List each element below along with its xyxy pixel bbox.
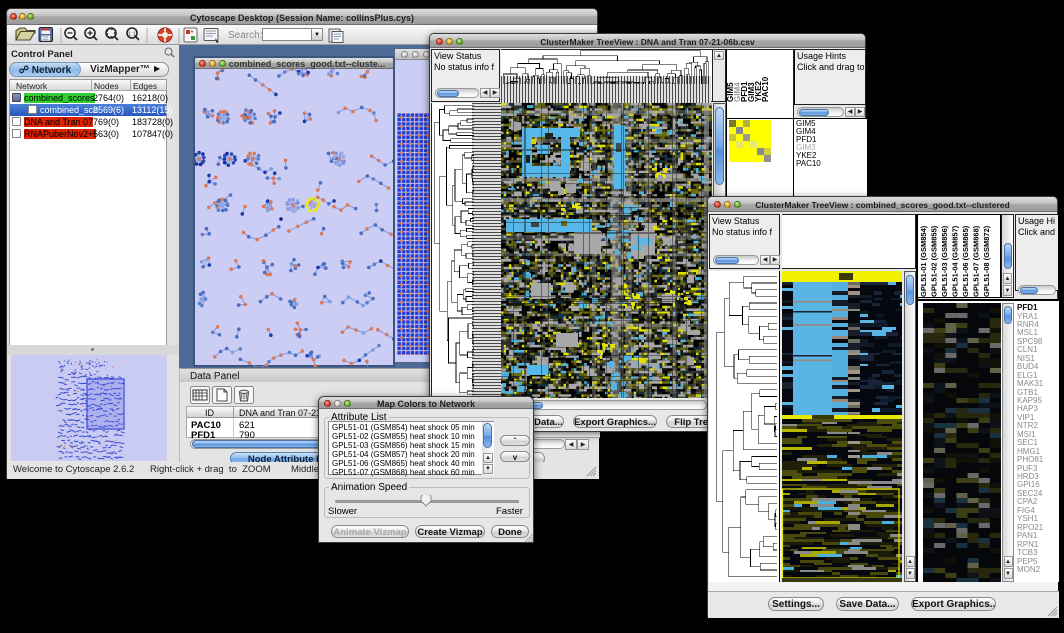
svg-text:1:1: 1:1 xyxy=(128,31,136,37)
svg-text:PAC10: PAC10 xyxy=(761,76,770,102)
